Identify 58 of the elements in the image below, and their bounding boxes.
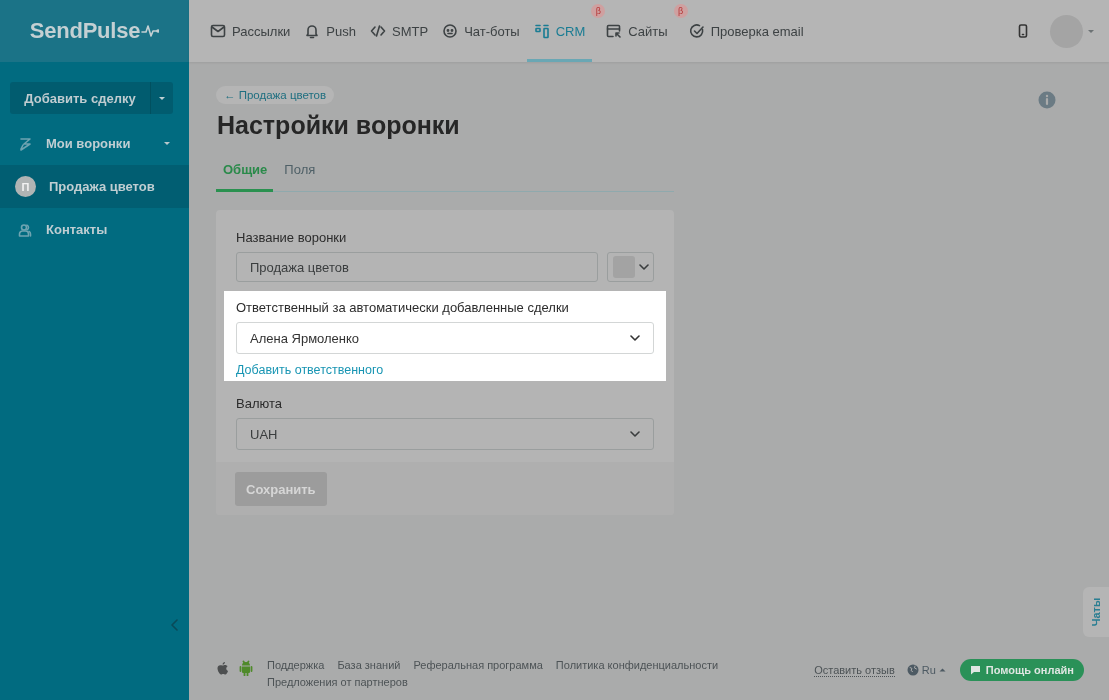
back-link[interactable]: ← Продажа цветов [216, 86, 335, 104]
color-picker[interactable] [607, 252, 654, 282]
beta-badge: β [673, 4, 688, 18]
nav-tab[interactable]: Рассылки [203, 3, 298, 62]
currency-select[interactable]: UAH [236, 418, 654, 450]
nav-tab[interactable]: CRM [526, 3, 593, 62]
footer-link[interactable]: Реферальная программа [413, 659, 543, 671]
sidebar-item[interactable]: П Продажа цветов [0, 165, 189, 208]
chevron-down-icon [630, 431, 640, 437]
website-icon [606, 23, 623, 39]
footer-link[interactable]: Предложения от партнеров [267, 676, 408, 688]
owner-select[interactable]: Алена Ярмоленко [236, 322, 654, 354]
apple-icon [216, 660, 229, 676]
chevron-down-icon [639, 264, 649, 270]
check-circle-icon [688, 23, 705, 39]
sidebar-item[interactable]: Контакты [0, 208, 189, 251]
nav-tab[interactable]: Push [297, 3, 363, 62]
code-icon [370, 23, 386, 39]
collapse-chevron-icon [170, 619, 178, 631]
sidebar-item[interactable]: Мои воронки [0, 122, 189, 165]
add-deal-button[interactable]: Добавить сделку [10, 82, 151, 114]
tab[interactable]: Общие [216, 162, 274, 192]
globe-icon [906, 664, 919, 676]
columns-icon [533, 23, 550, 39]
page-title: Настройки воронки [217, 111, 461, 140]
chats-tab[interactable]: Чаты [1083, 587, 1109, 637]
contacts-icon [18, 222, 32, 237]
tab[interactable]: Поля [277, 162, 322, 192]
caret-icon [163, 141, 171, 146]
info-icon [1038, 91, 1056, 109]
dropdown-button[interactable] [151, 82, 173, 114]
help-online-button[interactable]: Помощь онлайн [959, 659, 1084, 681]
chevron-down-icon [630, 335, 640, 341]
feedback-link[interactable]: Оставить отзыв [814, 663, 895, 677]
chat-icon [969, 665, 981, 675]
chat-bot-icon [442, 23, 459, 39]
field-label: Название воронки [236, 230, 348, 245]
field-label: Валюта [236, 396, 283, 411]
language-selector[interactable]: Ru [906, 664, 946, 676]
caret-icon [158, 95, 166, 101]
nav-tab[interactable]: Чат-боты [435, 3, 527, 62]
caret-icon [938, 668, 946, 672]
add-owner-link[interactable]: Добавить ответственного [236, 363, 654, 377]
phone-icon [1018, 24, 1028, 38]
name-field[interactable]: Продажа цветов [236, 252, 598, 282]
bell-icon [304, 23, 321, 39]
field-label: Ответственный за автоматически добавленные сделки [236, 300, 570, 315]
android-icon [239, 660, 253, 676]
footer-link[interactable]: База знаний [337, 659, 401, 671]
beta-badge: β [591, 4, 606, 18]
footer-link[interactable]: Политика конфиденциальности [555, 659, 719, 671]
pulse-logo-icon [141, 24, 160, 38]
caret-icon [1087, 28, 1095, 34]
nav-tab[interactable]: SMTP [363, 3, 436, 62]
logo-text: SendPulse [29, 18, 141, 44]
envelope-icon [210, 23, 226, 39]
footer-link[interactable]: Поддержка [267, 659, 325, 671]
avatar-initial: П [15, 176, 36, 197]
